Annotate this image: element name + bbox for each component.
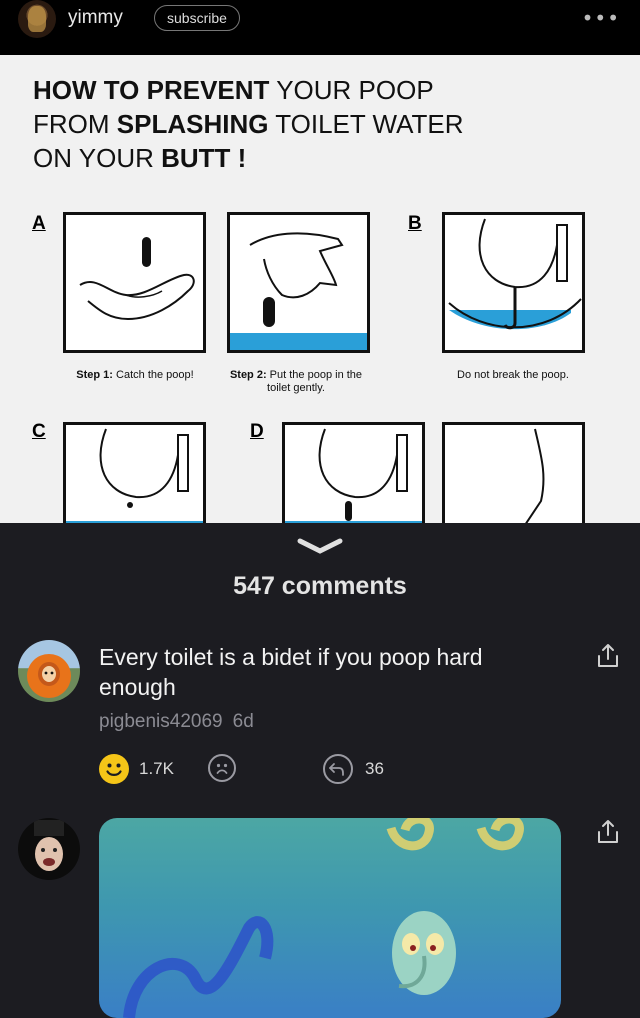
more-options-icon[interactable]: ••• [582,6,620,30]
panel-letter-a: A [32,213,46,234]
panel-place-poop [227,212,370,353]
step1-caption: Step 1: Catch the poop! [76,369,194,381]
post-image[interactable]: HOW TO PREVENT YOUR POOP FROM SPLASHING … [0,55,640,523]
smile-icon[interactable] [99,754,129,784]
share-icon[interactable] [595,818,621,846]
share-icon[interactable] [595,642,621,670]
step2-caption: Step 2: Put the poop in the toilet gentl… [229,369,363,394]
do-not-break-caption: Do not break the poop. [457,369,569,381]
subscribe-button[interactable]: subscribe [154,5,240,31]
panel-letter-c: C [32,421,46,442]
chevron-down-icon[interactable] [296,537,344,555]
top-bar: yimmy subscribe ••• [0,0,640,55]
reply-icon[interactable] [323,754,353,784]
smile-count: 1.7K [139,759,174,778]
frown-icon[interactable] [208,754,236,782]
panel-e [442,422,585,523]
poster-username[interactable]: yimmy [68,7,123,29]
comments-count: 547 comments [233,572,407,600]
post-image-headline: HOW TO PREVENT YOUR POOP FROM SPLASHING … [33,75,464,173]
hand-catching-illustration [79,237,195,321]
comment-author[interactable]: pigbenis42069 [99,711,223,732]
comment-meta: pigbenis42069 6d [99,711,254,733]
face-avatar-icon [34,820,64,871]
toilet-bowl-illustration [448,218,582,330]
poster-avatar[interactable] [18,0,56,38]
toilet-seat-illustration [525,428,545,523]
comment-age: 6d [232,711,254,732]
squidward-gif-image [123,818,524,1018]
panel-letter-b: B [408,213,422,234]
reply-count: 36 [365,759,384,778]
hand-placing-illustration [230,232,367,350]
comment-text: Every toilet is a bidet if you poop hard… [99,644,483,700]
commenter-avatar[interactable] [18,818,80,880]
kenny-avatar-icon [27,654,71,698]
panel-do-not-break [442,212,585,353]
comment-reactions: 1.7K 36 [99,752,499,786]
toilet-bowl-illustration [285,428,422,523]
panel-c [63,422,206,523]
toilet-bowl-illustration [66,428,203,523]
comment-gif[interactable] [99,818,561,1018]
commenter-avatar[interactable] [18,640,80,702]
panel-catch-poop [63,212,206,353]
panel-letter-d: D [250,421,264,442]
panel-d [282,422,425,523]
